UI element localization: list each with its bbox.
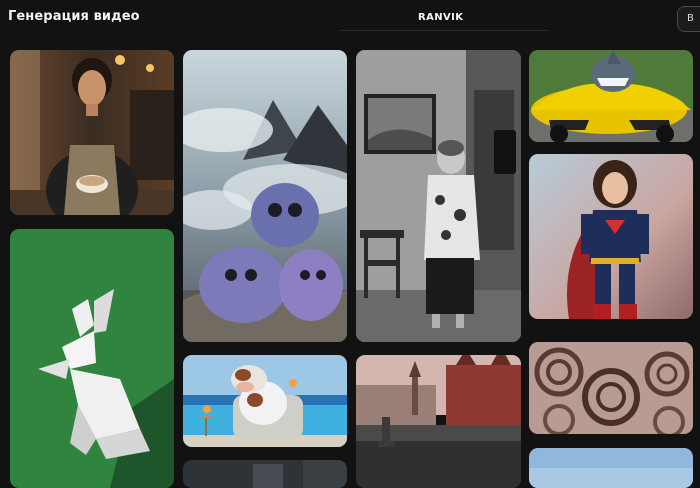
gallery-item-vintage-telephone[interactable] xyxy=(356,50,521,342)
barista-thumbnail xyxy=(10,50,174,215)
header-action-label: В xyxy=(687,13,694,24)
header-divider xyxy=(340,30,548,31)
top-bar: Генерация видео RANVIK В xyxy=(0,0,700,40)
gallery-item-blue-sky[interactable] xyxy=(529,448,693,488)
gallery-item-shark-car[interactable] xyxy=(529,50,693,142)
header-action-button[interactable]: В xyxy=(677,6,700,32)
gallery-item-red-square-crowd[interactable] xyxy=(356,355,521,488)
gallery-item-superhero-woman[interactable] xyxy=(529,154,693,319)
superhero-woman-thumbnail xyxy=(529,154,693,319)
dark-landscape-thumbnail xyxy=(183,460,347,488)
gallery-item-cow-pool[interactable] xyxy=(183,355,347,447)
gallery-item-barista[interactable] xyxy=(10,50,174,215)
brand-logo[interactable]: RANVIK xyxy=(418,12,463,23)
red-square-crowd-thumbnail xyxy=(356,355,521,488)
gallery-item-fractal[interactable] xyxy=(529,342,693,434)
fluffy-monsters-thumbnail xyxy=(183,50,347,342)
cow-pool-thumbnail xyxy=(183,355,347,447)
gallery-item-origami-rabbit[interactable] xyxy=(10,229,174,488)
blue-sky-thumbnail xyxy=(529,448,693,488)
origami-rabbit-thumbnail xyxy=(10,229,174,488)
shark-car-thumbnail xyxy=(529,50,693,142)
vintage-telephone-thumbnail xyxy=(356,50,521,342)
page-title: Генерация видео xyxy=(8,9,140,24)
gallery-item-fluffy-monsters[interactable] xyxy=(183,50,347,342)
gallery-item-dark-landscape[interactable] xyxy=(183,460,347,488)
fractal-thumbnail xyxy=(529,342,693,434)
